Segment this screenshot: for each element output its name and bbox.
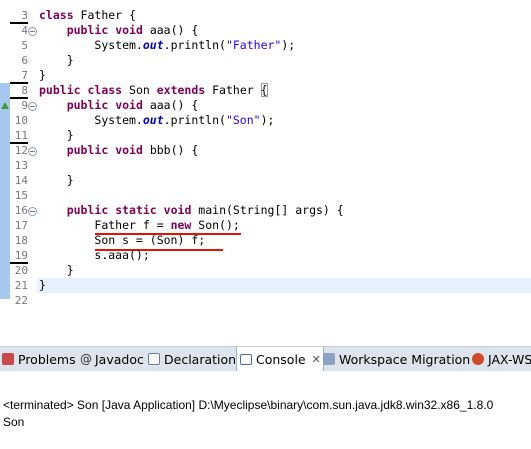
code-line: System.out.println("Son"); [94,113,275,127]
change-marker-bar [0,83,10,143]
jax-ws-icon [472,353,484,365]
fold-toggle-icon[interactable] [28,102,37,111]
line-number: 15 [14,189,28,202]
close-icon[interactable]: ✕ [312,353,321,366]
console-status-line: <terminated> Son [Java Application] D:\M… [3,398,494,412]
bottom-panel-tabs: Problems @ Javadoc Declaration Console ✕… [0,346,531,372]
line-number: 3 [10,8,28,24]
tab-label: Declaration [164,351,237,367]
code-line: } [66,173,74,187]
line-number: 16 [14,204,28,217]
code-line: s.aaa(); [94,248,150,262]
tab-label: JAX-WS [488,351,531,367]
line-number: 12 [14,144,28,157]
line-number: 8 [10,83,28,99]
tab-declaration[interactable]: Declaration [148,347,236,371]
line-number: 20 [14,264,28,277]
line-number: 4 [21,24,28,37]
tab-label: Problems [18,351,76,367]
line-number: 14 [14,174,28,187]
line-number: 19 [10,248,28,264]
current-code-line: } [37,278,531,293]
code-line: } [66,128,74,142]
code-line: public class Son extends Father { [39,83,268,97]
override-marker-icon[interactable] [1,102,9,109]
line-number: 11 [10,128,28,144]
change-marker-bar [0,143,10,203]
code-line: } [66,263,74,277]
code-line: } [39,68,46,82]
console-output-line: Son [3,415,25,429]
code-line: public void aaa() { [66,98,199,112]
console-view[interactable]: <terminated> Son [Java Application] D:\M… [0,371,531,449]
tab-label: Javadoc [95,351,144,367]
line-number: 9 [21,99,28,112]
code-line: System.out.println("Father"); [94,38,296,52]
line-number: 13 [14,159,28,172]
code-line: Son s = (Son) f; [94,233,206,247]
tab-label: Workspace Migration [339,351,471,367]
tab-workspace-migration[interactable]: Workspace Migration [323,347,470,371]
tab-problems[interactable]: Problems [2,347,76,371]
declaration-icon [148,353,160,365]
code-line: public void bbb() { [66,143,199,157]
tab-jax-ws[interactable]: JAX-WS [472,347,531,371]
code-editor[interactable]: 3 4 5 6 7 8 9 10 11 12 13 14 15 16 17 18… [0,0,531,318]
problems-icon [2,353,14,365]
line-number: 5 [21,39,28,52]
console-icon [240,354,252,365]
tab-console[interactable]: Console ✕ [236,347,324,372]
code-line: } [66,53,74,67]
editor-gutter: 3 4 5 6 7 8 9 10 11 12 13 14 15 16 17 18… [0,0,37,318]
workspace-migration-icon [323,353,335,365]
javadoc-icon: @ [80,352,92,366]
line-number: 21 [14,279,28,292]
line-number: 18 [14,234,28,247]
tab-label: Console [256,352,306,367]
line-number: 7 [10,68,28,84]
code-line: public void aaa() { [66,23,199,37]
line-number: 10 [14,114,28,127]
code-line: class Father { [39,8,136,22]
tab-javadoc[interactable]: @ Javadoc [80,347,144,371]
matching-bracket: { [260,83,268,97]
code-line: public static void main(String[] args) { [66,203,344,217]
fold-toggle-icon[interactable] [28,27,37,36]
change-marker-bar [0,203,10,299]
line-number: 22 [14,294,28,307]
fold-toggle-icon[interactable] [28,207,37,216]
line-number: 17 [14,219,28,232]
fold-toggle-icon[interactable] [28,147,37,156]
code-line: Father f = new Son(); [94,218,240,232]
line-number: 6 [21,54,28,67]
